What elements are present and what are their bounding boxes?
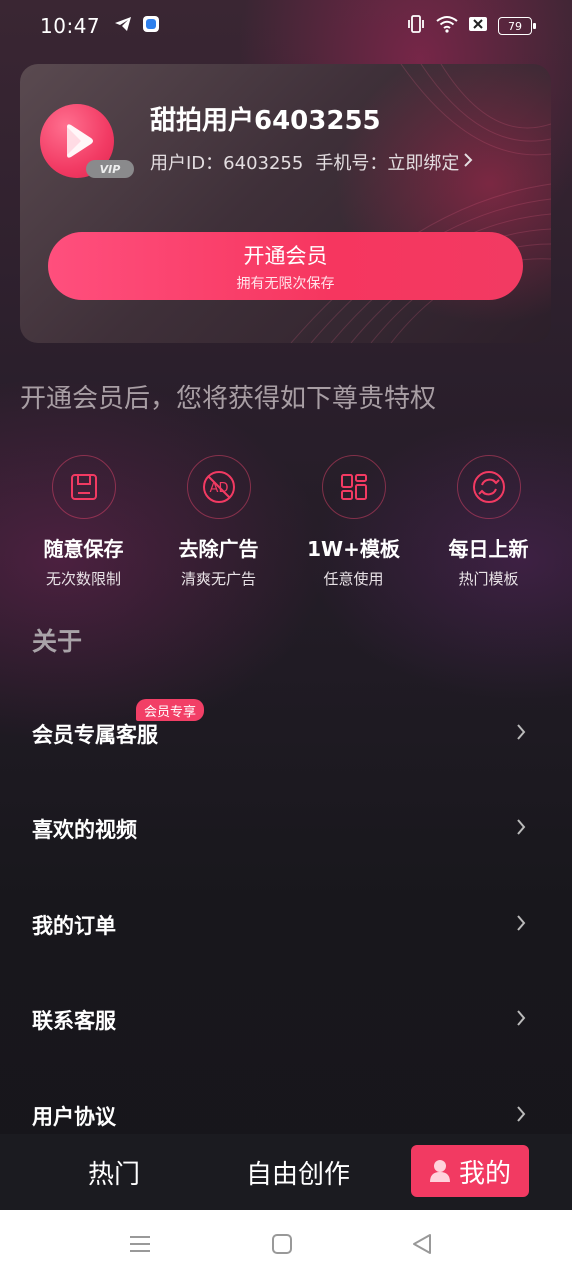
- app-icon: [142, 15, 160, 37]
- battery-level: 79: [508, 19, 522, 33]
- back-icon[interactable]: [410, 1232, 434, 1260]
- open-vip-label: 开通会员: [243, 243, 328, 268]
- tab-free-create[interactable]: 自由创作: [246, 1154, 350, 1191]
- tab-hot[interactable]: 热门: [88, 1154, 140, 1191]
- feature-item: 1W+模板 任意使用: [286, 455, 421, 589]
- vibrate-icon: [406, 15, 426, 37]
- menu-item-label: 会员专属客服: [32, 722, 158, 747]
- tab-mine-label: 我的: [458, 1158, 511, 1189]
- status-bar: 10:47 79: [0, 0, 572, 52]
- menu-item-liked-videos[interactable]: 喜欢的视频: [0, 782, 572, 878]
- menu-item-contact-support[interactable]: 联系客服: [0, 973, 572, 1069]
- home-icon[interactable]: [270, 1232, 294, 1260]
- chevron-right-icon: [516, 723, 526, 745]
- battery-icon: 79: [498, 17, 536, 35]
- feature-title: 1W+模板: [307, 537, 400, 561]
- telegram-icon: [114, 16, 132, 36]
- user-info-row: 用户ID：6403255 手机号：立即绑定: [150, 149, 473, 175]
- settings-menu: 会员专属客服 会员专享 喜欢的视频 我的订单 联系客服 用户协议: [0, 686, 572, 1164]
- chevron-right-icon: [516, 818, 526, 840]
- chevron-right-icon: [516, 1009, 526, 1031]
- feature-item: 随意保存 无次数限制: [16, 455, 151, 589]
- chevron-right-icon: [516, 914, 526, 936]
- feature-subtitle: 任意使用: [323, 570, 384, 588]
- menu-item-label: 联系客服: [32, 1009, 116, 1034]
- chevron-right-icon[interactable]: [463, 152, 473, 173]
- menu-item-label: 我的订单: [32, 913, 116, 938]
- feature-subtitle: 清爽无广告: [180, 570, 256, 588]
- template-icon: [340, 474, 367, 500]
- refresh-icon: [472, 471, 505, 503]
- user-icon: [429, 1160, 450, 1182]
- status-time: 10:47: [40, 14, 101, 38]
- menu-icon[interactable]: [128, 1232, 152, 1260]
- about-title: 关于: [32, 627, 83, 656]
- menu-item-vip-support[interactable]: 会员专属客服 会员专享: [0, 686, 572, 782]
- menu-item-my-orders[interactable]: 我的订单: [0, 877, 572, 973]
- play-logo-icon: [67, 124, 93, 158]
- ad-block-icon: AD: [202, 471, 235, 503]
- user-name: 甜拍用户6403255: [150, 106, 381, 136]
- feature-subtitle: 热门模板: [458, 570, 519, 588]
- svg-text:AD: AD: [209, 481, 228, 496]
- chevron-right-icon: [516, 1105, 526, 1127]
- wifi-icon: [436, 15, 458, 37]
- vip-exclusive-tag: 会员专享: [136, 699, 205, 721]
- menu-item-label: 喜欢的视频: [32, 818, 137, 843]
- open-vip-button[interactable]: 开通会员 拥有无限次保存: [48, 232, 523, 300]
- system-nav-bar: [0, 1210, 572, 1280]
- feature-title: 随意保存: [43, 537, 124, 561]
- vip-badge: VIP: [86, 160, 134, 178]
- tab-mine[interactable]: 我的: [411, 1145, 529, 1197]
- feature-title: 每日上新: [448, 537, 529, 561]
- feature-item: 每日上新 热门模板: [421, 455, 556, 589]
- feature-item: AD 去除广告 清爽无广告: [151, 455, 286, 589]
- profile-card[interactable]: VIP 甜拍用户6403255 用户ID：6403255 手机号：立即绑定 开通…: [20, 64, 551, 343]
- user-id: 用户ID：6403255: [150, 153, 304, 174]
- bind-phone-link[interactable]: 手机号：立即绑定: [315, 149, 459, 175]
- bottom-nav: 热门 自由创作 我的: [0, 1134, 572, 1210]
- sim-off-icon: [468, 16, 488, 36]
- save-icon: [70, 474, 97, 500]
- feature-list: 随意保存 无次数限制 AD 去除广告 清爽无广告 1W+模板 任意使用 每日上新…: [16, 455, 556, 589]
- feature-subtitle: 无次数限制: [45, 570, 121, 588]
- privilege-title: 开通会员后，您将获得如下尊贵特权: [20, 384, 437, 414]
- feature-title: 去除广告: [178, 537, 259, 561]
- menu-item-label: 用户协议: [32, 1104, 116, 1129]
- open-vip-sublabel: 拥有无限次保存: [236, 275, 335, 292]
